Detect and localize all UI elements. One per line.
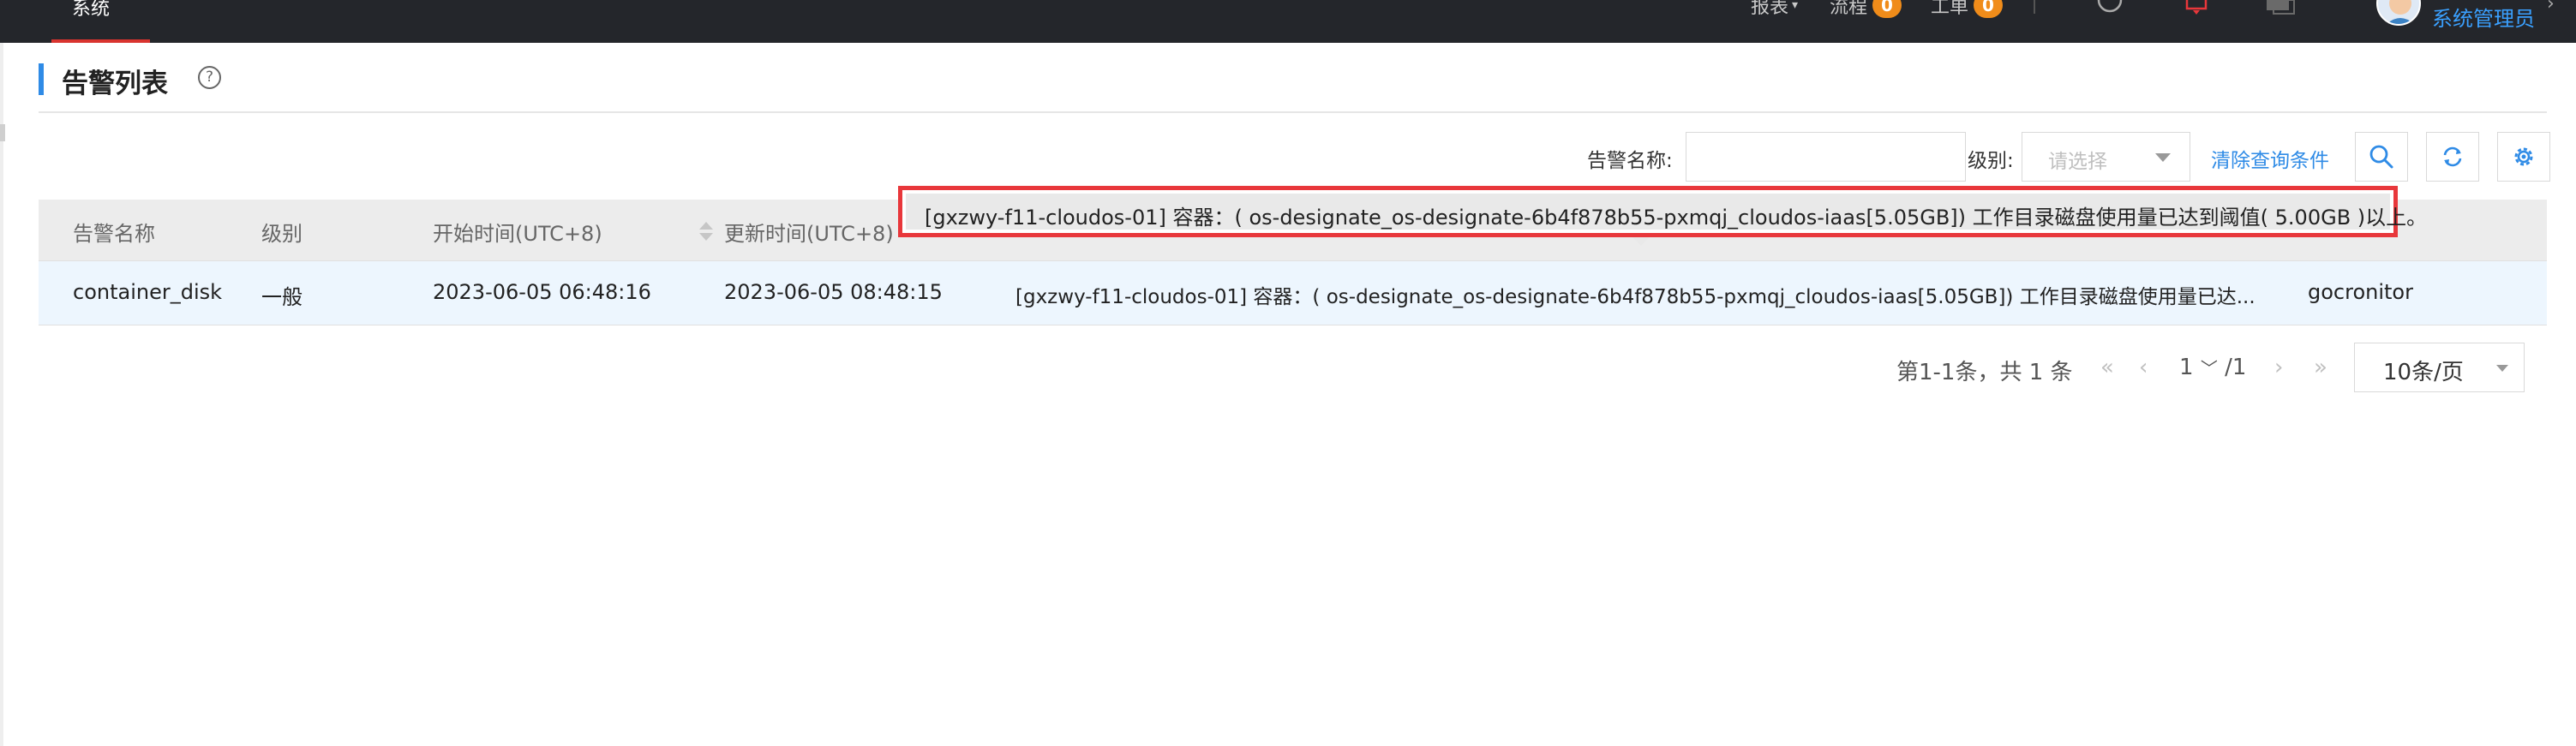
column-header-level[interactable]: 级别 <box>261 217 303 247</box>
current-page: 1 <box>2179 355 2194 380</box>
ticket-count-badge: 0 <box>1974 0 2004 18</box>
help-icon[interactable]: ? <box>198 66 221 89</box>
user-name[interactable]: 系统管理员 <box>2432 2 2535 32</box>
left-sidebar-edge <box>0 43 3 746</box>
page-size-value: 10条/页 <box>2383 360 2464 385</box>
topbar-divider <box>2034 0 2035 14</box>
chevron-down-icon: ▾ <box>1792 0 1799 12</box>
caret-down-icon <box>2496 365 2508 372</box>
total-pages: /1 <box>2225 355 2247 380</box>
gear-icon <box>2514 147 2533 166</box>
search-button[interactable] <box>2355 132 2408 182</box>
last-page-icon[interactable]: » <box>2314 355 2327 380</box>
level-label: 级别: <box>1968 150 2014 172</box>
column-header-update-time[interactable]: 更新时间(UTC+8) <box>724 217 894 247</box>
menu-ticket[interactable]: 工单 0 <box>1931 0 2004 19</box>
page-title: 告警列表 <box>62 69 168 99</box>
menu-flow-label: 流程 <box>1830 0 1868 18</box>
alarm-content-tooltip: [gxzwy-f11-cloudos-01] 容器：( os-designate… <box>898 186 2427 237</box>
chevron-right-icon[interactable]: › <box>2547 0 2555 15</box>
cell-start-time: 2023-06-05 06:48:16 <box>433 280 651 304</box>
chevron-down-icon: ﹀ <box>2200 358 2218 379</box>
page-selector[interactable]: 1 ﹀ /1 <box>2179 355 2246 380</box>
flow-count-badge: 0 <box>1872 0 1902 18</box>
next-page-icon[interactable]: › <box>2274 355 2283 380</box>
first-page-icon[interactable]: « <box>2100 355 2114 380</box>
table-row[interactable]: container_disk 一般 2023-06-05 06:48:16 20… <box>39 261 2547 325</box>
tab-system[interactable]: 系统 <box>51 0 150 43</box>
column-header-start-time[interactable]: 开始时间(UTC+8) <box>433 217 602 247</box>
avatar[interactable] <box>2376 0 2421 26</box>
tooltip-text: [gxzwy-f11-cloudos-01] 容器：( os-designate… <box>925 206 2428 230</box>
cell-source: gocronitor <box>2308 280 2413 304</box>
search-icon <box>2369 145 2393 169</box>
tooltip-arrow <box>1632 237 1650 246</box>
page-size-select[interactable]: 10条/页 <box>2354 343 2525 392</box>
settings-button[interactable] <box>2497 132 2550 182</box>
message-icon[interactable] <box>2265 0 2296 19</box>
alarm-name-label: 告警名称: <box>1587 150 1673 172</box>
clear-filters-link[interactable]: 清除查询条件 <box>2211 144 2329 173</box>
refresh-button[interactable] <box>2426 132 2479 182</box>
tab-system-label: 系统 <box>72 0 111 20</box>
pagination-summary: 第1-1条，共 1 条 <box>1896 360 2073 385</box>
tooltip-body: [gxzwy-f11-cloudos-01] 容器：( os-designate… <box>906 194 2427 230</box>
refresh-icon <box>2443 146 2462 167</box>
prev-page-icon[interactable]: ‹ <box>2139 355 2148 380</box>
sidebar-collapse-handle[interactable] <box>0 124 5 141</box>
cell-level: 一般 <box>261 285 303 309</box>
history-icon[interactable] <box>2095 0 2124 19</box>
level-select-placeholder: 请选择 <box>2048 151 2107 173</box>
top-navigation-bar: 系统 报表 ▾ 流程 0 工单 0 系统管理员 › <box>0 0 2576 43</box>
level-select[interactable]: 请选择 <box>2022 132 2190 182</box>
bell-icon[interactable] <box>2184 0 2209 19</box>
column-header-name[interactable]: 告警名称 <box>73 217 155 247</box>
sort-icon[interactable] <box>698 219 715 243</box>
menu-ticket-label: 工单 <box>1931 0 1969 18</box>
alarm-name-input[interactable] <box>1686 132 1966 182</box>
menu-flow[interactable]: 流程 0 <box>1830 0 1902 19</box>
menu-report[interactable]: 报表 ▾ <box>1751 0 1798 19</box>
caret-down-icon <box>2155 153 2171 162</box>
menu-report-label: 报表 <box>1751 0 1789 18</box>
active-tab-indicator <box>51 39 150 43</box>
cell-update-time: 2023-06-05 08:48:15 <box>724 280 943 304</box>
title-accent-bar <box>39 63 44 95</box>
cell-alarm-content[interactable]: [gxzwy-f11-cloudos-01] 容器：( os-designate… <box>1015 280 2301 309</box>
cell-alarm-name: container_disk <box>73 280 223 304</box>
title-divider <box>39 111 2547 113</box>
